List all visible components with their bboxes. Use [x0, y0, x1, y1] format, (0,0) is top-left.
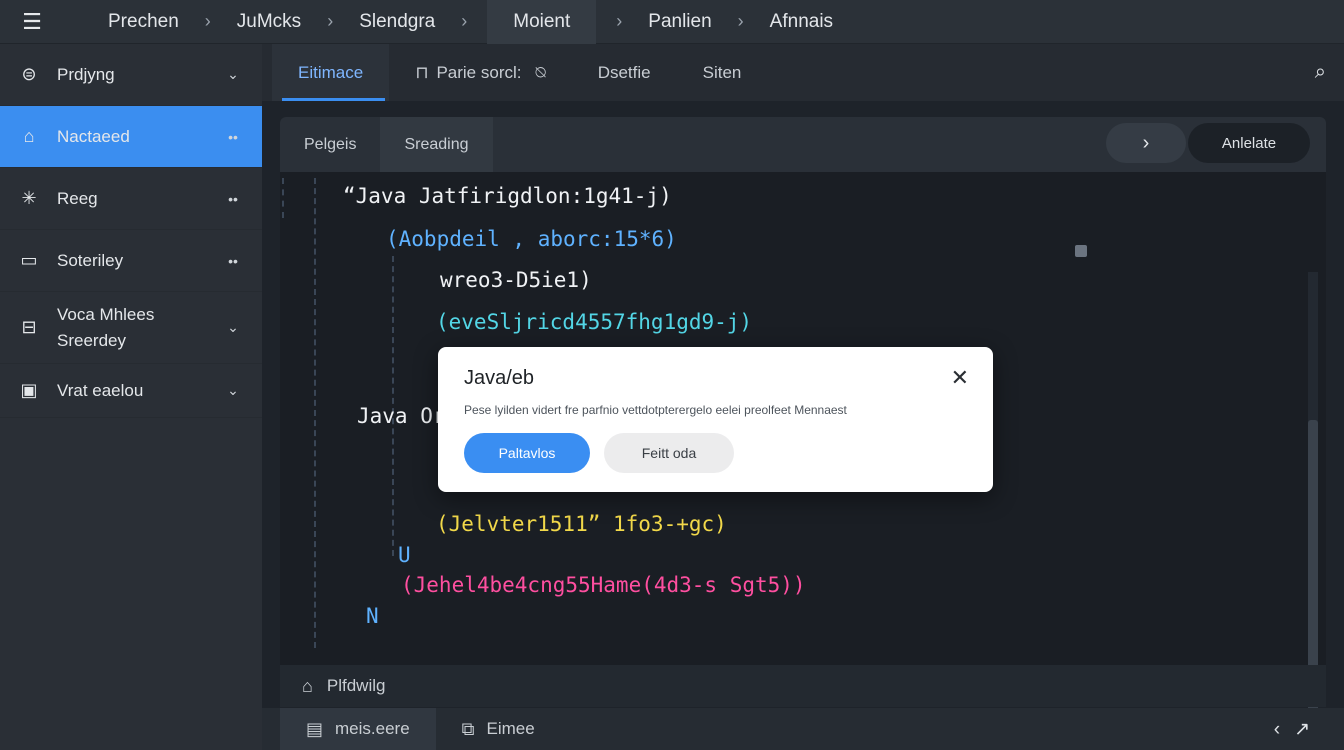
chevron-right-icon[interactable]: ›	[1106, 123, 1186, 163]
dialog: Java/eb ✕ Pese lyilden vidert fre parfni…	[438, 347, 993, 492]
sidebar-item-label: Vrat eaelou	[57, 380, 144, 400]
secondary-button[interactable]: Feitt oda	[604, 433, 734, 473]
main-tabs: Eitimace ⊓ Parie sorcl: ⍉ Dsetfie Siten …	[262, 44, 1344, 101]
chevron-down-icon[interactable]: ⌄	[222, 66, 244, 83]
chevron-right-icon: ›	[737, 11, 744, 31]
chevron-down-icon[interactable]: ⌄	[222, 382, 244, 399]
sidebar-item-label: Prdjyng	[57, 64, 115, 84]
inbox-icon: ⊟	[21, 317, 37, 337]
breadcrumb-bar: ☰ Prechen › JuMcks › Slendgra › Moient ›…	[0, 0, 1344, 44]
status-bar: ⌂ Plfdwilg	[280, 665, 1326, 707]
apply-button[interactable]: Anlelate	[1188, 123, 1310, 163]
code-line: (Aobpdeil , aborc:15*6)	[386, 227, 677, 251]
tag-icon: ⍉	[535, 62, 546, 82]
chevron-right-icon: ›	[616, 11, 623, 31]
more-icon[interactable]: ••	[222, 253, 244, 269]
code-line: U	[398, 543, 411, 567]
tab-dsetfie[interactable]: Dsetfie	[572, 44, 677, 101]
breadcrumb: Prechen › JuMcks › Slendgra › Moient › P…	[64, 0, 839, 44]
tab-label: Dsetfie	[597, 62, 651, 82]
dialog-title: Java/eb	[464, 367, 535, 389]
more-icon[interactable]: ••	[222, 191, 244, 207]
code-line: Java Or	[357, 404, 446, 428]
code-line: (eveSljricd4557fhg1gd9-j)	[436, 310, 753, 334]
code-line: (Jelvter1511” 1fo3-+gc)	[436, 512, 727, 536]
breadcrumb-item-4[interactable]: Moient	[487, 0, 597, 44]
tab-label: Siten	[702, 62, 742, 82]
bottom-tab-label: Eimee	[486, 719, 535, 738]
sidebar-item-label: Reeg	[57, 188, 98, 208]
asterisk-icon: ✳	[21, 188, 37, 208]
indent-guide	[314, 178, 316, 648]
tab-label: Parie sorcl:	[436, 62, 522, 82]
tab-siten[interactable]: Siten	[677, 44, 768, 101]
chevron-down-icon[interactable]: ⌄	[222, 319, 244, 336]
code-line: wreo3-D5ie1)	[440, 268, 592, 292]
tab-parie[interactable]: ⊓ Parie sorcl: ⍉	[389, 44, 572, 101]
external-icon: ⧉	[461, 718, 475, 739]
bottom-tabs: ▤ meis.eere ⧉ Eimee ‹↗	[262, 708, 1344, 750]
sidebar: ⊜ Prdjyng ⌄ ⌂ Nactaeed •• ✳ Reeg •• ▭ So…	[0, 44, 262, 750]
dialog-message: Pese lyilden vidert fre parfnio vettdotp…	[464, 403, 847, 417]
close-icon[interactable]: ✕	[951, 365, 969, 391]
more-icon[interactable]: ••	[222, 129, 244, 145]
home-icon: ⌂	[23, 126, 35, 146]
sidebar-item-vrat[interactable]: ▣ Vrat eaelou ⌄	[0, 364, 262, 418]
menu-icon[interactable]: ☰	[0, 0, 64, 44]
drive-icon: ▣	[20, 380, 38, 400]
code-line: N	[366, 604, 379, 628]
panel-header: Pelgeis Sreading › Anlelate	[280, 117, 1326, 172]
folder-icon: ▭	[20, 250, 38, 270]
bottom-tab-label: meis.eere	[335, 719, 410, 738]
search-icon[interactable]: ⌕	[1315, 61, 1326, 84]
sidebar-item-reeg[interactable]: ✳ Reeg ••	[0, 168, 262, 230]
breadcrumb-item-1[interactable]: Prechen	[64, 0, 185, 44]
lock-icon: ⊓	[415, 62, 429, 82]
home-icon[interactable]: ⌂	[302, 676, 313, 697]
code-line: “Java Jatfirigdlon:1g41-j)	[343, 184, 672, 208]
chevron-right-icon: ›	[461, 11, 468, 31]
file-icon: ▤	[306, 718, 324, 739]
breadcrumb-item-2[interactable]: JuMcks	[231, 0, 307, 44]
primary-button[interactable]: Paltavlos	[464, 433, 590, 473]
panel-tab-pelgeis[interactable]: Pelgeis	[280, 117, 380, 172]
bottom-tab-eimee[interactable]: ⧉ Eimee	[436, 708, 561, 750]
sidebar-item-label: Nactaeed	[57, 126, 130, 146]
sidebar-item-label: Voca Mhlees Sreerdey	[57, 304, 155, 350]
sidebar-item-voca[interactable]: ⊟ Voca Mhlees Sreerdey ⌄	[0, 292, 262, 364]
sidebar-item-soteriley[interactable]: ▭ Soteriley ••	[0, 230, 262, 292]
sidebar-item-projects[interactable]: ⊜ Prdjyng ⌄	[0, 44, 262, 106]
tab-label: Eitimace	[298, 62, 364, 82]
back-icon[interactable]: ‹↗	[1274, 718, 1324, 741]
breadcrumb-item-6[interactable]: Afnnais	[764, 0, 839, 44]
breadcrumb-item-5[interactable]: Panlien	[642, 0, 717, 44]
code-line: (Jehel4be4cng55Hame(4d3-s Sgt5))	[401, 573, 806, 597]
layers-icon: ⊜	[21, 64, 37, 84]
panel-tab-sreading[interactable]: Sreading	[380, 117, 493, 172]
tab-eitimace[interactable]: Eitimace	[272, 44, 390, 101]
status-label: Plfdwilg	[326, 676, 386, 695]
sidebar-item-active[interactable]: ⌂ Nactaeed ••	[0, 106, 262, 168]
chevron-right-icon: ›	[327, 11, 334, 31]
chevron-right-icon: ›	[204, 11, 211, 31]
sidebar-item-label: Soteriley	[57, 250, 124, 270]
minimap-icon[interactable]	[1075, 245, 1087, 257]
breadcrumb-item-3[interactable]: Slendgra	[353, 0, 441, 44]
bottom-tab-file[interactable]: ▤ meis.eere	[280, 708, 436, 750]
indent-guide	[282, 178, 284, 218]
